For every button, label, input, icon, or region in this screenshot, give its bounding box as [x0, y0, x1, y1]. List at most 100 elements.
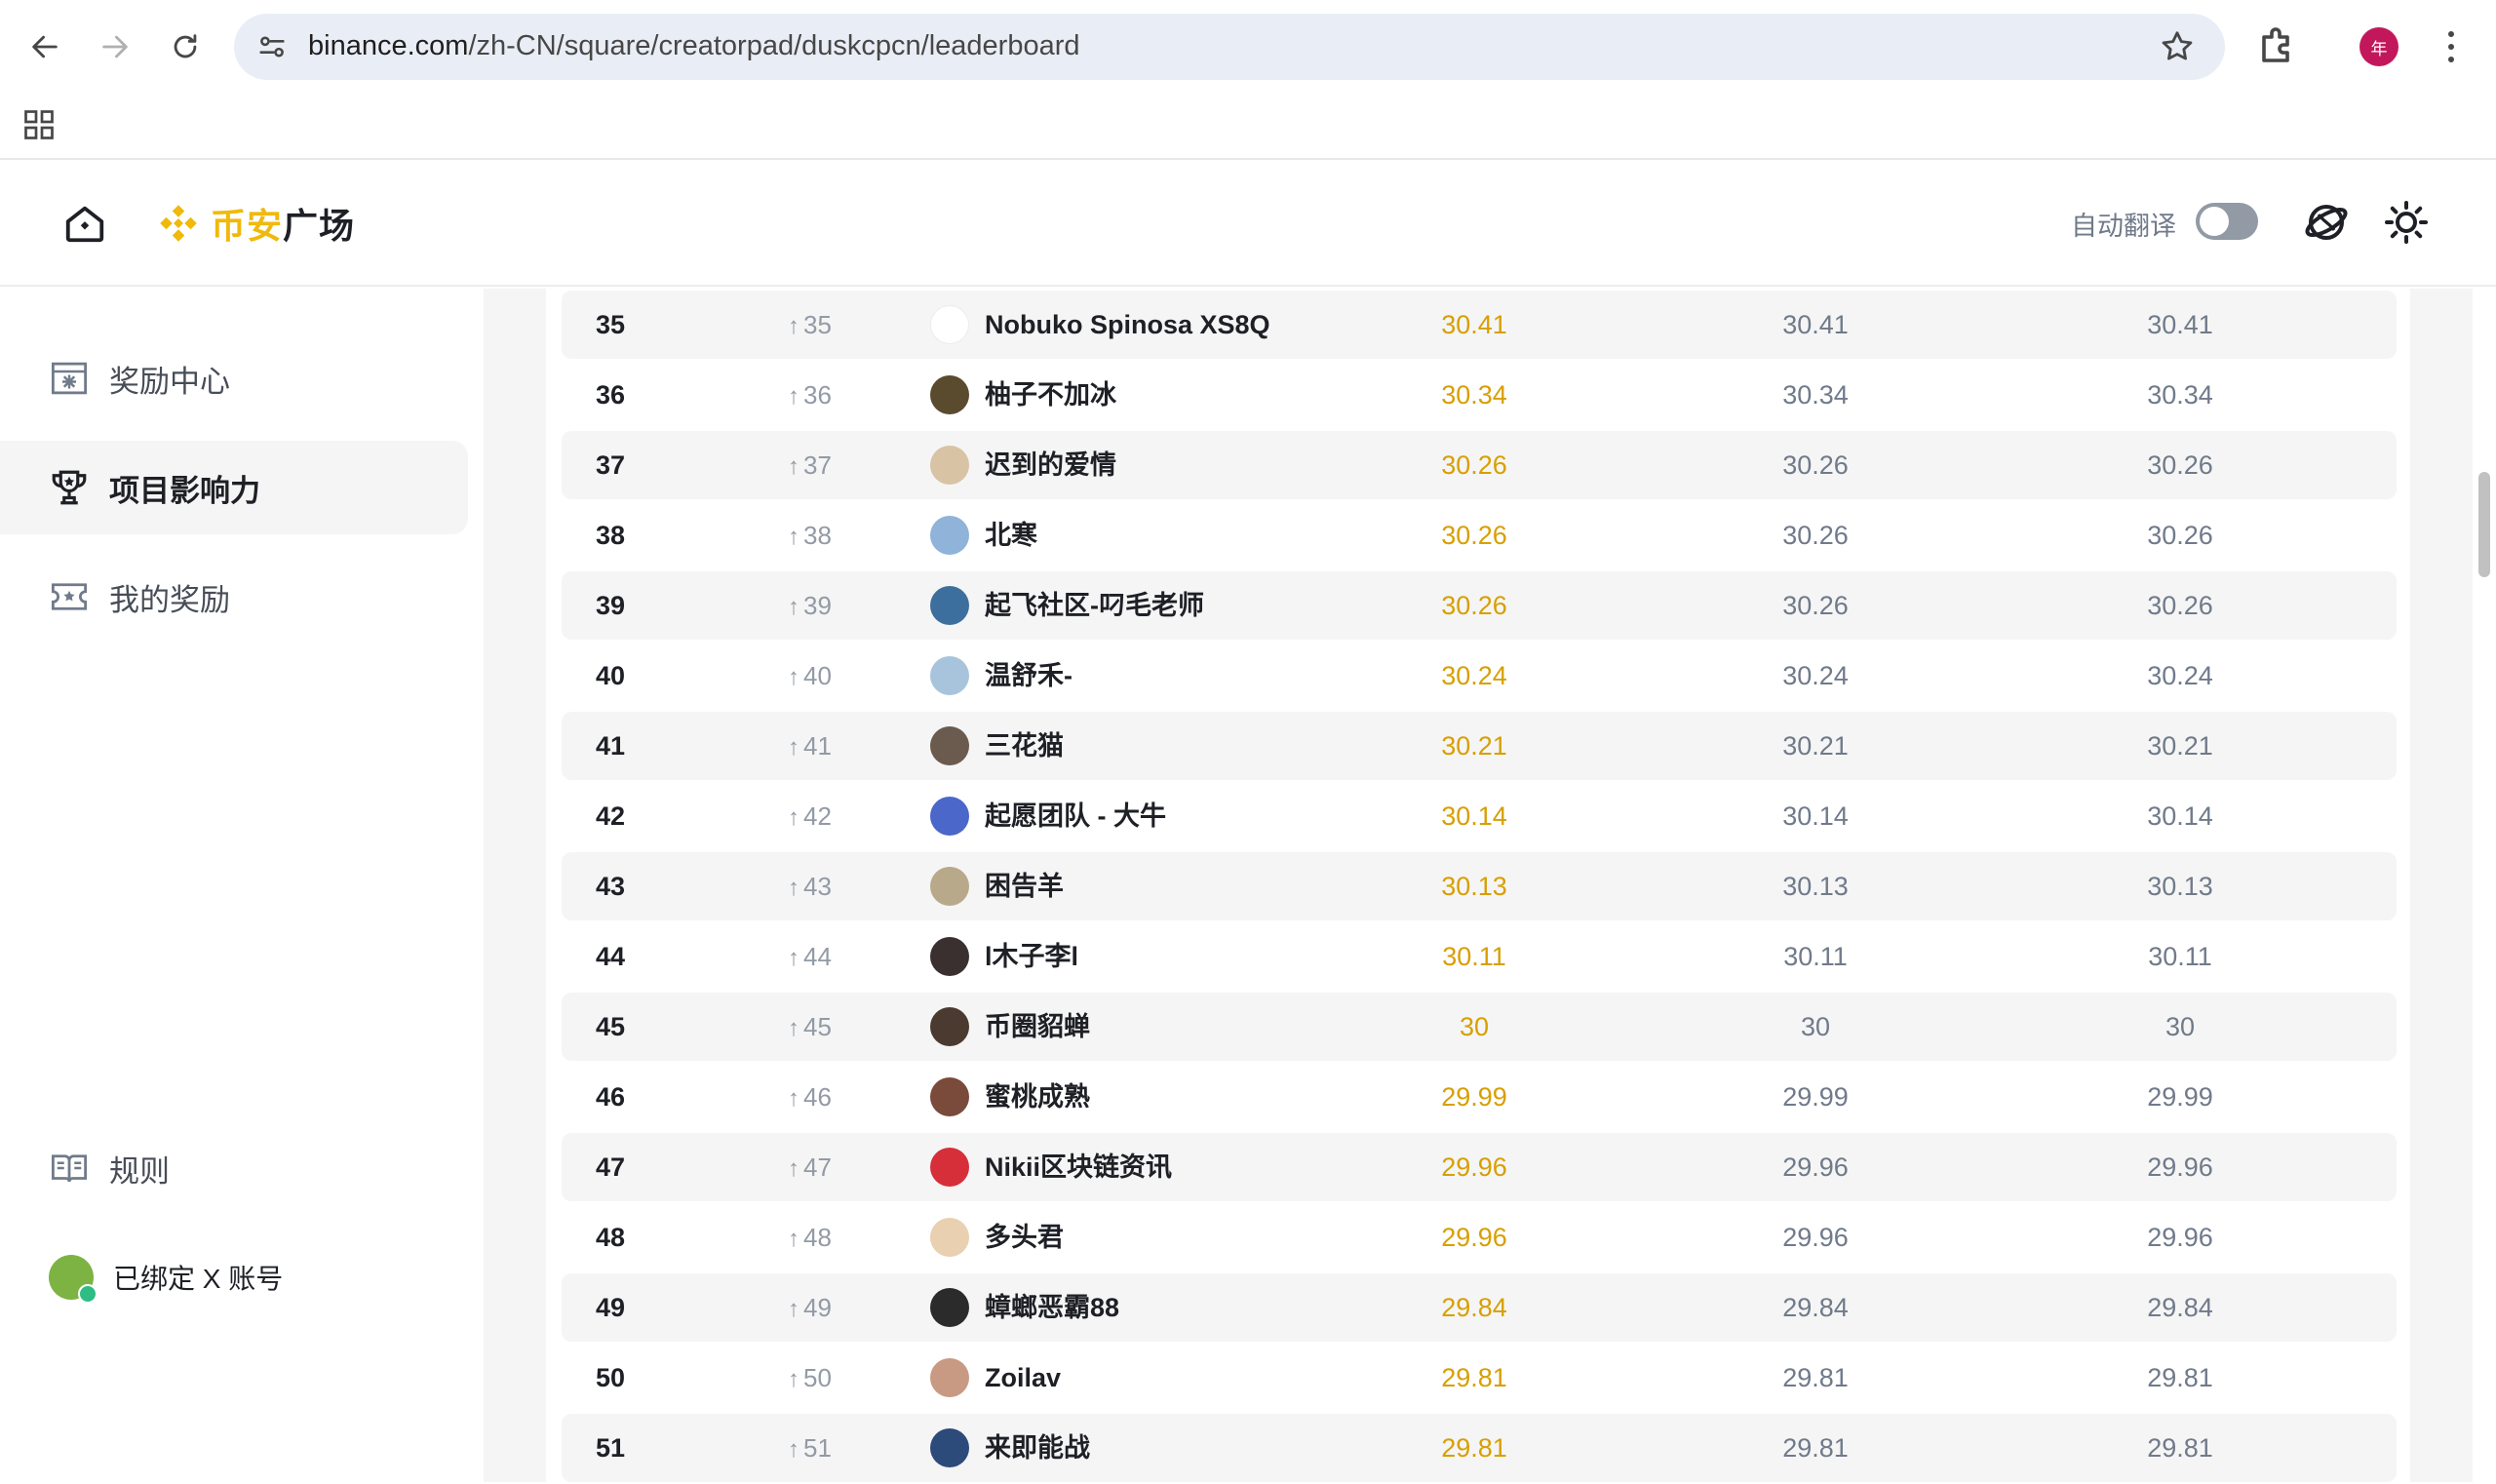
- table-row[interactable]: 48 ↑ 48 多头君 29.96 29.96 29.96: [562, 1203, 2397, 1271]
- creator-name[interactable]: Nikii区块链资讯: [985, 1133, 1172, 1201]
- avatar[interactable]: [930, 446, 969, 485]
- avatar[interactable]: [930, 726, 969, 765]
- creator-name[interactable]: 三花猫: [985, 712, 1064, 780]
- table-row[interactable]: 42 ↑ 42 起愿团队 - 大牛 30.14 30.14 30.14: [562, 782, 2397, 850]
- creator-name[interactable]: l木子李l: [985, 922, 1078, 991]
- rank-change-cell: ↑ 45: [788, 993, 924, 1061]
- table-row[interactable]: 47 ↑ 47 Nikii区块链资讯 29.96 29.96 29.96: [562, 1133, 2397, 1201]
- creator-name[interactable]: Zoilav: [985, 1344, 1061, 1412]
- profile-avatar[interactable]: 年: [2360, 27, 2398, 66]
- avatar[interactable]: [930, 656, 969, 695]
- score-cell: 30: [1459, 1012, 1490, 1041]
- creator-name[interactable]: 困告羊: [985, 852, 1064, 920]
- binance-square-logo[interactable]: 币安广场: [154, 199, 355, 248]
- scrollbar-thumb[interactable]: [2478, 472, 2490, 577]
- creator-name[interactable]: 起愿团队 - 大牛: [985, 782, 1166, 850]
- table-row[interactable]: 38 ↑ 38 北寒 30.26 30.26 30.26: [562, 501, 2397, 569]
- table-row[interactable]: 49 ↑ 49 蟑螂恶霸88 29.84 29.84 29.84: [562, 1273, 2397, 1342]
- rank-change-cell: ↑ 43: [788, 852, 924, 920]
- creator-name[interactable]: 蜜桃成熟: [985, 1063, 1090, 1131]
- score-cell: 30.14: [1441, 801, 1507, 831]
- avatar[interactable]: [930, 937, 969, 976]
- avatar[interactable]: [930, 586, 969, 625]
- page-scrollbar[interactable]: [2473, 289, 2496, 1482]
- score-cell: 29.96: [1441, 1152, 1507, 1182]
- rank-change-cell: ↑ 51: [788, 1414, 924, 1482]
- table-row[interactable]: 39 ↑ 39 起飞社区-叼毛老师 30.26 30.26 30.26: [562, 571, 2397, 640]
- bookmark-star-icon[interactable]: [2159, 28, 2196, 65]
- avatar[interactable]: [930, 1148, 969, 1187]
- avatar[interactable]: [930, 516, 969, 555]
- sidebar-item-reward-center[interactable]: 奖励中心: [0, 332, 468, 425]
- reward-center-icon: [51, 362, 88, 395]
- table-row[interactable]: 36 ↑ 36 柚子不加冰 30.34 30.34 30.34: [562, 361, 2397, 429]
- creator-name[interactable]: 北寒: [985, 501, 1037, 569]
- toggle-knob: [2200, 207, 2229, 236]
- reload-button[interactable]: [160, 21, 211, 72]
- auto-translate-toggle[interactable]: [2196, 203, 2258, 240]
- score-cell-3: 30.21: [2147, 731, 2213, 761]
- arrow-right-icon: [102, 35, 128, 59]
- avatar[interactable]: [930, 867, 969, 906]
- avatar[interactable]: [930, 1428, 969, 1467]
- creator-name[interactable]: 迟到的爱情: [985, 431, 1116, 499]
- table-row[interactable]: 51 ↑ 51 来即能战 29.81 29.81 29.81: [562, 1414, 2397, 1482]
- avatar[interactable]: [930, 1288, 969, 1327]
- sidebar-item-project-influence[interactable]: 项目影响力: [0, 441, 468, 534]
- rank-change-cell: ↑ 38: [788, 501, 924, 569]
- arrow-up-icon: ↑: [788, 734, 800, 761]
- table-row[interactable]: 50 ↑ 50 Zoilav 29.81 29.81 29.81: [562, 1344, 2397, 1412]
- creator-name[interactable]: Nobuko Spinosa XS8Q: [985, 291, 1270, 359]
- table-row[interactable]: 35 ↑ 35 Nobuko Spinosa XS8Q 30.41 30.41 30.41: [562, 291, 2397, 359]
- creator-name[interactable]: 来即能战: [985, 1414, 1090, 1482]
- avatar[interactable]: [930, 797, 969, 836]
- arrow-up-icon: ↑: [788, 1085, 800, 1112]
- home-icon[interactable]: [62, 201, 107, 246]
- table-row[interactable]: 37 ↑ 37 迟到的爱情 30.26 30.26 30.26: [562, 431, 2397, 499]
- table-row[interactable]: 46 ↑ 46 蜜桃成熟 29.99 29.99 29.99: [562, 1063, 2397, 1131]
- table-row[interactable]: 44 ↑ 44 l木子李l 30.11 30.11 30.11: [562, 922, 2397, 991]
- rank-change-cell: ↑ 42: [788, 782, 924, 850]
- site-info-icon[interactable]: [255, 30, 289, 63]
- table-row[interactable]: 40 ↑ 40 温舒禾- 30.24 30.24 30.24: [562, 642, 2397, 710]
- browser-menu-button[interactable]: [2438, 27, 2465, 66]
- sidebar-item-my-rewards[interactable]: 我的奖励: [0, 550, 468, 644]
- avatar[interactable]: [930, 1218, 969, 1257]
- table-row[interactable]: 41 ↑ 41 三花猫 30.21 30.21 30.21: [562, 712, 2397, 780]
- address-bar[interactable]: binance.com/zh-CN/square/creatorpad/dusk…: [234, 14, 2225, 80]
- avatar[interactable]: [930, 1077, 969, 1116]
- language-globe-icon[interactable]: [2303, 199, 2350, 246]
- rank-cell: 39: [595, 591, 626, 620]
- rank-cell: 41: [595, 731, 626, 761]
- rank-change-cell: ↑ 36: [788, 361, 924, 429]
- apps-grid-icon[interactable]: [21, 107, 57, 142]
- rank-cell: 50: [595, 1363, 626, 1392]
- table-row[interactable]: 45 ↑ 45 币圈貂蝉 30 30 30: [562, 993, 2397, 1061]
- creator-name[interactable]: 起飞社区-叼毛老师: [985, 571, 1204, 640]
- page-header: 币安广场 自动翻译: [0, 160, 2496, 287]
- creator-name[interactable]: 蟑螂恶霸88: [985, 1273, 1119, 1342]
- theme-sun-icon[interactable]: [2383, 199, 2430, 246]
- extensions-icon[interactable]: [2254, 23, 2301, 70]
- creator-name[interactable]: 柚子不加冰: [985, 361, 1116, 429]
- arrow-left-icon: [32, 35, 58, 59]
- back-button[interactable]: [20, 21, 70, 72]
- rank-change-value: 45: [803, 1012, 832, 1041]
- table-row[interactable]: 43 ↑ 43 困告羊 30.13 30.13 30.13: [562, 852, 2397, 920]
- binance-logo-icon: [160, 205, 197, 242]
- avatar[interactable]: [930, 1007, 969, 1046]
- rank-change-value: 46: [803, 1082, 832, 1112]
- creator-name[interactable]: 多头君: [985, 1203, 1064, 1271]
- sidebar-item-rules[interactable]: 规则: [0, 1121, 468, 1215]
- creator-name[interactable]: 温舒禾-: [985, 642, 1072, 710]
- score-cell-2: 30.41: [1782, 310, 1849, 339]
- avatar[interactable]: [930, 1358, 969, 1397]
- rank-cell: 46: [595, 1082, 626, 1112]
- sidebar-item-bound-x-account[interactable]: 已绑定 X 账号: [0, 1230, 468, 1324]
- url-text[interactable]: binance.com/zh-CN/square/creatorpad/dusk…: [308, 30, 1080, 62]
- forward-button[interactable]: [90, 21, 140, 72]
- avatar[interactable]: [930, 375, 969, 414]
- creator-name[interactable]: 币圈貂蝉: [985, 993, 1090, 1061]
- score-cell-3: 29.99: [2147, 1082, 2213, 1112]
- avatar[interactable]: [930, 305, 969, 344]
